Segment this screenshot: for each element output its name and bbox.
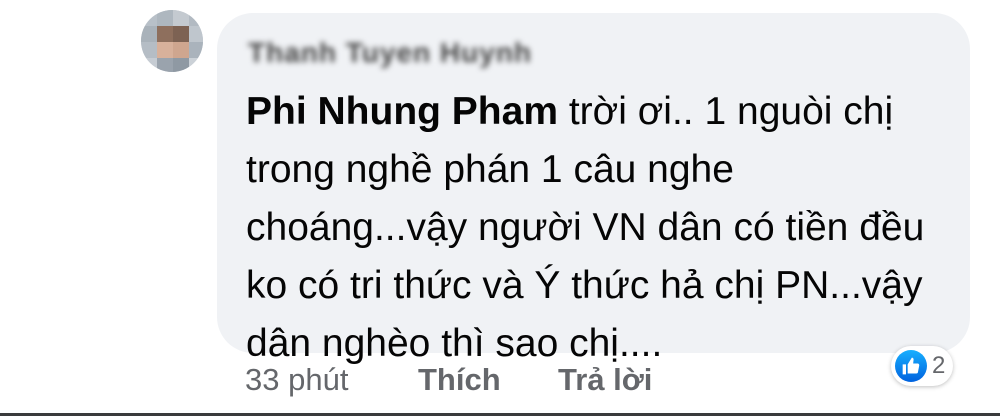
- reaction-count: 2: [932, 352, 946, 379]
- comment-bubble: Thanh Tuyen Huynh Phi Nhung Pham trời ơi…: [217, 13, 970, 365]
- comment-author-name[interactable]: Thanh Tuyen Huynh: [248, 37, 532, 69]
- reply-button[interactable]: Trả lời: [558, 362, 652, 398]
- reaction-summary[interactable]: 2: [891, 346, 954, 386]
- comment-text: Phi Nhung Pham trời ơi.. 1 nguòi chị tro…: [246, 83, 956, 373]
- comment-mention[interactable]: Phi Nhung Pham: [246, 90, 558, 133]
- avatar[interactable]: [141, 10, 203, 72]
- like-icon: [895, 350, 927, 382]
- like-button[interactable]: Thích: [418, 362, 501, 398]
- comment-timestamp[interactable]: 33 phút: [245, 362, 348, 398]
- divider: [0, 413, 1000, 416]
